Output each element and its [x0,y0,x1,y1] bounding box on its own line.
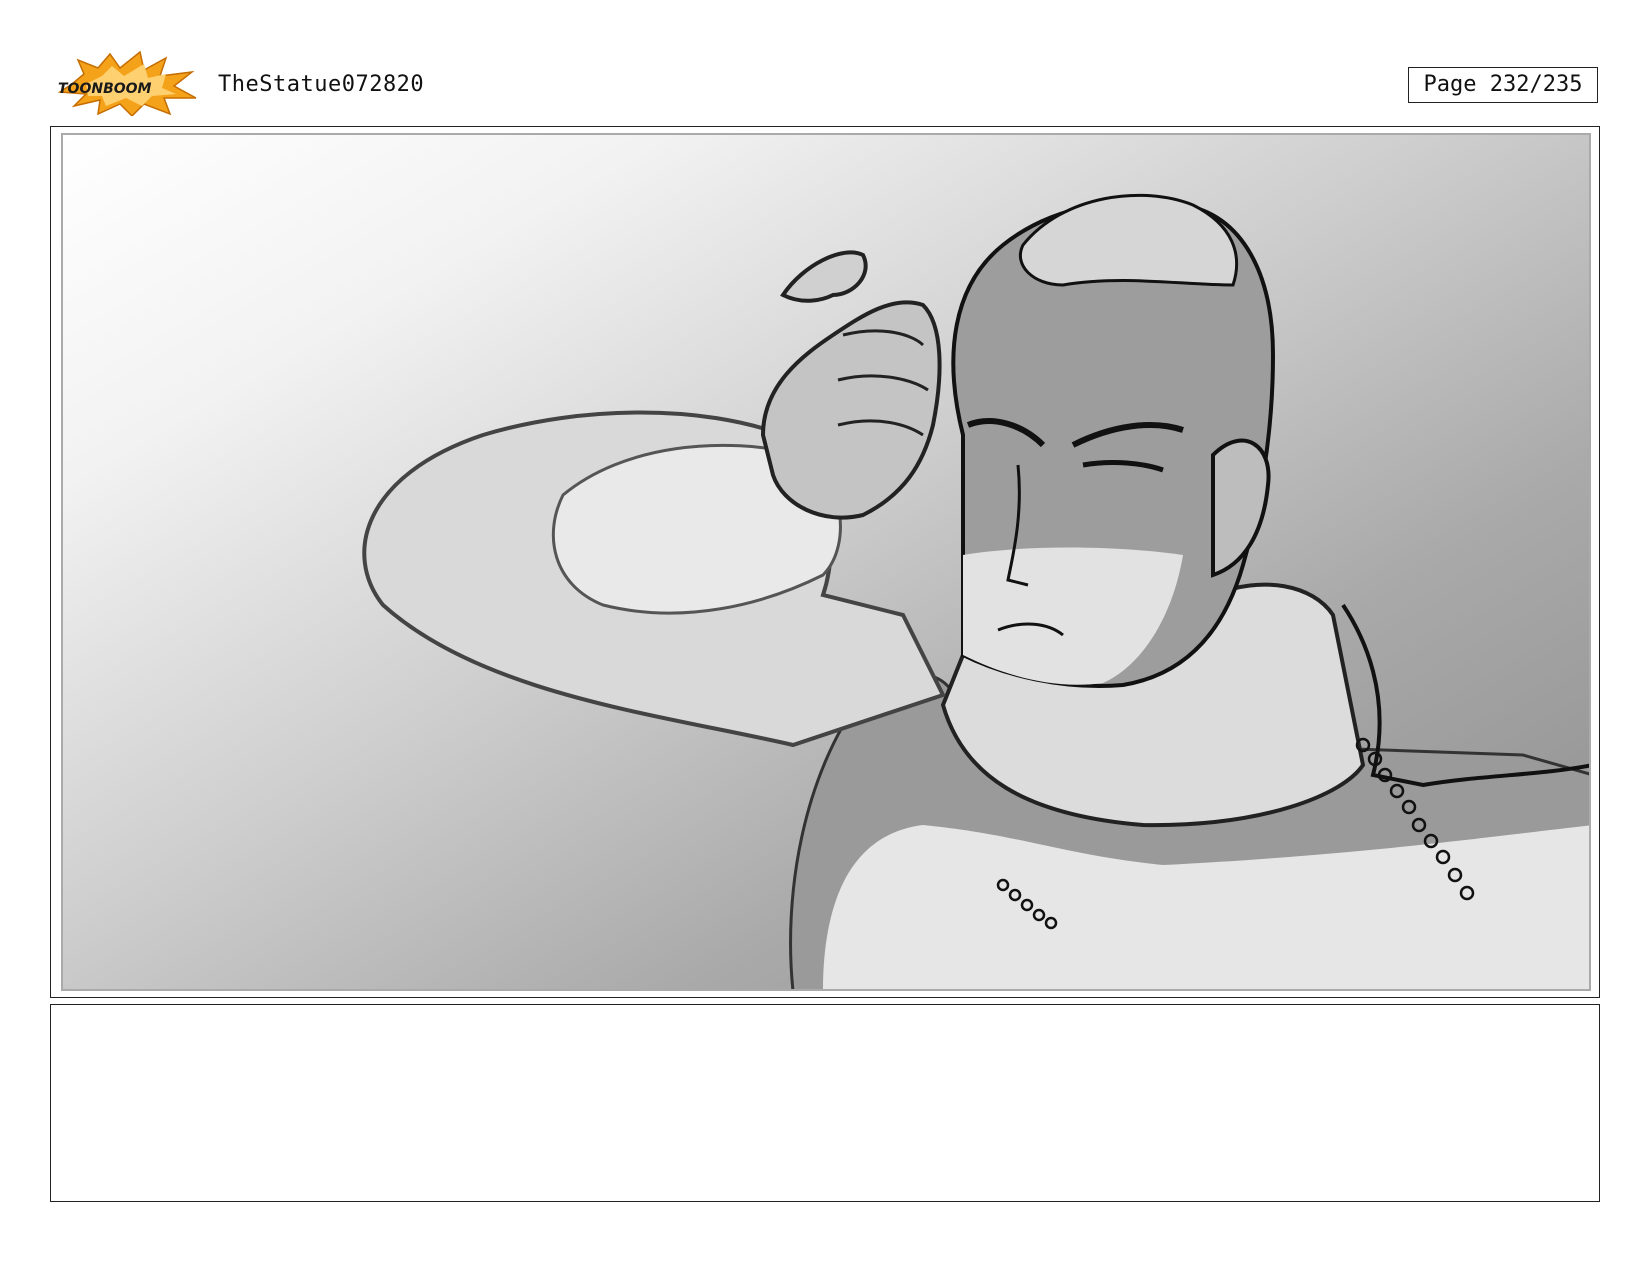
page-number: Page 232/235 [1408,67,1598,103]
character-sketch [362,193,1589,989]
project-title: TheStatue072820 [218,72,425,97]
hair-highlight [1019,193,1239,287]
logo-text: TOONBOOM [58,81,152,97]
storyboard-panel-frame [50,126,1600,998]
ear [1211,438,1271,578]
panel-notes-box [50,1004,1600,1202]
toonboom-logo: TOONBOOM [52,50,198,118]
storyboard-panel-image [61,133,1591,991]
